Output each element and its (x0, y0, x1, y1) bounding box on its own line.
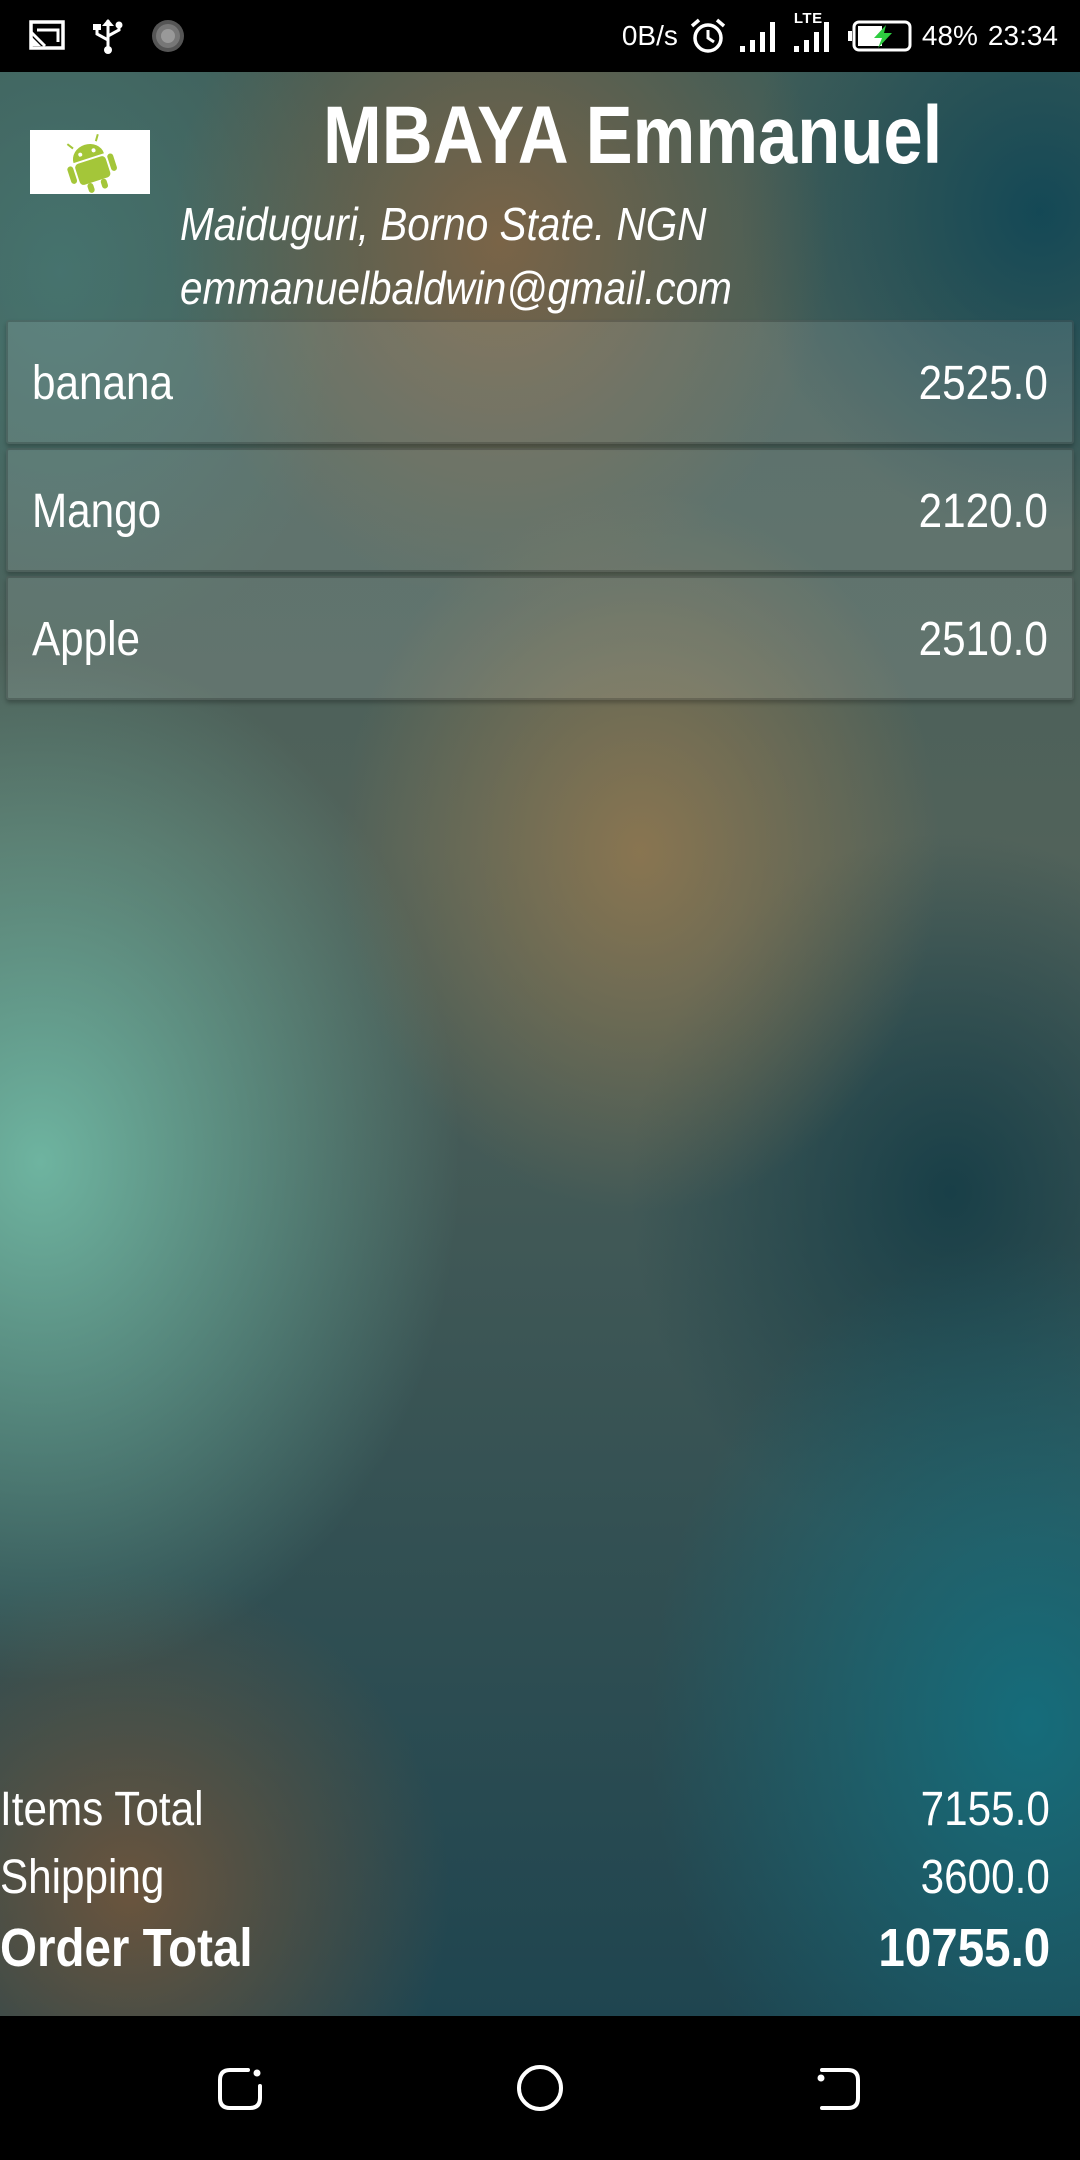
order-item-row[interactable]: Mango 2120.0 (6, 448, 1074, 572)
usb-icon (88, 16, 128, 56)
recents-icon[interactable] (808, 2056, 872, 2120)
android-robot-icon (30, 130, 150, 194)
status-bar: 0B/s LTE 48% 23:34 (0, 0, 1080, 72)
order-item-list: banana 2525.0 Mango 2120.0 Apple 2510.0 (6, 320, 1074, 704)
order-total-label: Order Total (0, 1918, 253, 1978)
order-summary-screen: MBAYA Emmanuel Maiduguri, Borno State. N… (0, 72, 1080, 2016)
battery-charging-icon (846, 19, 912, 53)
shipping-value: 3600.0 (920, 1851, 1050, 1904)
customer-email: emmanuelbaldwin@gmail.com (180, 262, 732, 314)
alarm-icon (688, 16, 728, 56)
items-total-line: Items Total 7155.0 (0, 1778, 1050, 1842)
item-name: banana (32, 357, 173, 410)
item-price: 2525.0 (918, 357, 1048, 410)
item-name: Apple (32, 613, 141, 666)
home-icon[interactable] (508, 2056, 572, 2120)
sync-icon (148, 16, 188, 56)
item-price: 2510.0 (918, 613, 1048, 666)
back-icon[interactable] (208, 2056, 272, 2120)
signal-icon (738, 16, 782, 56)
order-total-line: Order Total 10755.0 (0, 1916, 1050, 1980)
items-total-label: Items Total (0, 1783, 204, 1836)
order-item-row[interactable]: banana 2525.0 (6, 320, 1074, 444)
navigation-bar (0, 2016, 1080, 2160)
phone-screen: 0B/s LTE 48% 23:34 MBAYA Emmanuel Maidug… (0, 0, 1080, 2160)
shipping-line: Shipping 3600.0 (0, 1846, 1050, 1910)
status-right: 0B/s LTE 48% 23:34 (622, 0, 1058, 72)
network-speed: 0B/s (621, 20, 678, 51)
signal-lte-icon: LTE (792, 10, 836, 56)
lte-label: LTE (793, 10, 823, 27)
clock: 23:34 (987, 20, 1058, 51)
order-item-row[interactable]: Apple 2510.0 (6, 576, 1074, 700)
customer-location: Maiduguri, Borno State. NGN (180, 198, 707, 250)
item-price: 2120.0 (918, 485, 1048, 538)
order-total-value: 10755.0 (878, 1918, 1050, 1978)
cast-icon (28, 16, 68, 56)
item-name: Mango (32, 485, 162, 538)
battery-percent: 48% (921, 20, 978, 51)
customer-name: MBAYA Emmanuel (323, 90, 943, 181)
shipping-label: Shipping (0, 1851, 165, 1904)
items-total-value: 7155.0 (920, 1783, 1050, 1836)
